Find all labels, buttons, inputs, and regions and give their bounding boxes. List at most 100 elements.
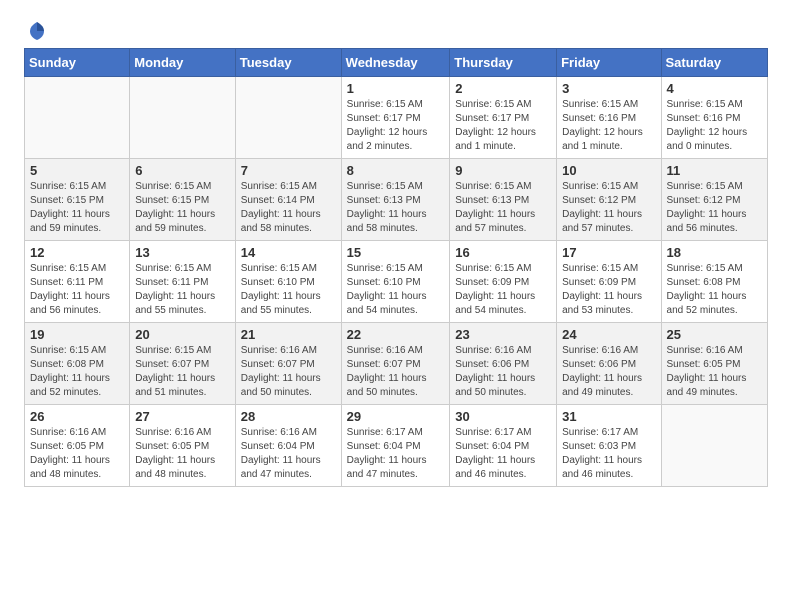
day-cell: 12 Sunrise: 6:15 AM Sunset: 6:11 PM Dayli… (25, 241, 130, 323)
day-info: Sunrise: 6:15 AM Sunset: 6:15 PM Dayligh… (30, 181, 110, 234)
day-number: 27 (135, 409, 230, 424)
day-number: 17 (562, 245, 655, 260)
day-info: Sunrise: 6:15 AM Sunset: 6:11 PM Dayligh… (30, 263, 110, 316)
day-info: Sunrise: 6:17 AM Sunset: 6:03 PM Dayligh… (562, 427, 642, 480)
day-number: 20 (135, 327, 230, 342)
day-info: Sunrise: 6:15 AM Sunset: 6:13 PM Dayligh… (455, 181, 535, 234)
day-info: Sunrise: 6:15 AM Sunset: 6:12 PM Dayligh… (667, 181, 747, 234)
weekday-header-row: SundayMondayTuesdayWednesdayThursdayFrid… (25, 49, 768, 77)
day-info: Sunrise: 6:15 AM Sunset: 6:11 PM Dayligh… (135, 263, 215, 316)
day-cell: 24 Sunrise: 6:16 AM Sunset: 6:06 PM Dayli… (557, 323, 661, 405)
day-info: Sunrise: 6:15 AM Sunset: 6:17 PM Dayligh… (455, 99, 536, 152)
logo (24, 20, 48, 40)
weekday-header-tuesday: Tuesday (235, 49, 341, 77)
day-number: 3 (562, 81, 655, 96)
day-info: Sunrise: 6:16 AM Sunset: 6:05 PM Dayligh… (30, 427, 110, 480)
day-cell: 15 Sunrise: 6:15 AM Sunset: 6:10 PM Dayli… (341, 241, 450, 323)
day-cell: 20Sunrise: 6:15 AM Sunset: 6:07 PM Dayli… (130, 323, 236, 405)
day-number: 2 (455, 81, 551, 96)
day-number: 5 (30, 163, 124, 178)
day-number: 30 (455, 409, 551, 424)
day-cell: 16Sunrise: 6:15 AM Sunset: 6:09 PM Dayli… (450, 241, 557, 323)
day-number: 24 (562, 327, 655, 342)
day-number: 31 (562, 409, 655, 424)
weekday-header-monday: Monday (130, 49, 236, 77)
week-row-3: 12 Sunrise: 6:15 AM Sunset: 6:11 PM Dayli… (25, 241, 768, 323)
day-cell: 3 Sunrise: 6:15 AM Sunset: 6:16 PM Daylig… (557, 77, 661, 159)
day-info: Sunrise: 6:15 AM Sunset: 6:10 PM Dayligh… (241, 263, 321, 316)
day-info: Sunrise: 6:17 AM Sunset: 6:04 PM Dayligh… (347, 427, 427, 480)
day-cell: 5 Sunrise: 6:15 AM Sunset: 6:15 PM Daylig… (25, 159, 130, 241)
day-cell: 8 Sunrise: 6:15 AM Sunset: 6:13 PM Daylig… (341, 159, 450, 241)
day-cell: 13 Sunrise: 6:15 AM Sunset: 6:11 PM Dayli… (130, 241, 236, 323)
weekday-header-wednesday: Wednesday (341, 49, 450, 77)
page: SundayMondayTuesdayWednesdayThursdayFrid… (0, 0, 792, 507)
day-cell (25, 77, 130, 159)
logo-icon (26, 20, 48, 42)
day-info: Sunrise: 6:16 AM Sunset: 6:06 PM Dayligh… (455, 345, 535, 398)
day-cell: 28 Sunrise: 6:16 AM Sunset: 6:04 PM Dayli… (235, 405, 341, 487)
day-cell: 10 Sunrise: 6:15 AM Sunset: 6:12 PM Dayli… (557, 159, 661, 241)
week-row-4: 19Sunrise: 6:15 AM Sunset: 6:08 PM Dayli… (25, 323, 768, 405)
week-row-5: 26 Sunrise: 6:16 AM Sunset: 6:05 PM Dayli… (25, 405, 768, 487)
day-number: 8 (347, 163, 445, 178)
day-cell: 30 Sunrise: 6:17 AM Sunset: 6:04 PM Dayli… (450, 405, 557, 487)
day-cell: 11 Sunrise: 6:15 AM Sunset: 6:12 PM Dayli… (661, 159, 767, 241)
day-cell: 31 Sunrise: 6:17 AM Sunset: 6:03 PM Dayli… (557, 405, 661, 487)
day-number: 11 (667, 163, 762, 178)
day-cell: 26 Sunrise: 6:16 AM Sunset: 6:05 PM Dayli… (25, 405, 130, 487)
day-info: Sunrise: 6:16 AM Sunset: 6:04 PM Dayligh… (241, 427, 321, 480)
day-cell: 19Sunrise: 6:15 AM Sunset: 6:08 PM Dayli… (25, 323, 130, 405)
weekday-header-saturday: Saturday (661, 49, 767, 77)
day-number: 16 (455, 245, 551, 260)
weekday-header-friday: Friday (557, 49, 661, 77)
day-number: 18 (667, 245, 762, 260)
header (24, 20, 768, 40)
day-cell (661, 405, 767, 487)
day-info: Sunrise: 6:15 AM Sunset: 6:10 PM Dayligh… (347, 263, 427, 316)
day-info: Sunrise: 6:16 AM Sunset: 6:06 PM Dayligh… (562, 345, 642, 398)
day-cell: 29 Sunrise: 6:17 AM Sunset: 6:04 PM Dayli… (341, 405, 450, 487)
day-info: Sunrise: 6:15 AM Sunset: 6:17 PM Dayligh… (347, 99, 428, 152)
day-number: 1 (347, 81, 445, 96)
day-number: 6 (135, 163, 230, 178)
day-number: 12 (30, 245, 124, 260)
weekday-header-sunday: Sunday (25, 49, 130, 77)
day-info: Sunrise: 6:16 AM Sunset: 6:05 PM Dayligh… (667, 345, 747, 398)
day-cell: 6Sunrise: 6:15 AM Sunset: 6:15 PM Daylig… (130, 159, 236, 241)
day-cell: 14 Sunrise: 6:15 AM Sunset: 6:10 PM Dayli… (235, 241, 341, 323)
day-number: 13 (135, 245, 230, 260)
day-cell: 22Sunrise: 6:16 AM Sunset: 6:07 PM Dayli… (341, 323, 450, 405)
day-info: Sunrise: 6:15 AM Sunset: 6:16 PM Dayligh… (667, 99, 748, 152)
day-cell: 7 Sunrise: 6:15 AM Sunset: 6:14 PM Daylig… (235, 159, 341, 241)
week-row-2: 5 Sunrise: 6:15 AM Sunset: 6:15 PM Daylig… (25, 159, 768, 241)
day-number: 19 (30, 327, 124, 342)
day-number: 9 (455, 163, 551, 178)
day-cell (235, 77, 341, 159)
day-number: 10 (562, 163, 655, 178)
day-cell: 27 Sunrise: 6:16 AM Sunset: 6:05 PM Dayli… (130, 405, 236, 487)
weekday-header-thursday: Thursday (450, 49, 557, 77)
day-info: Sunrise: 6:17 AM Sunset: 6:04 PM Dayligh… (455, 427, 535, 480)
day-info: Sunrise: 6:16 AM Sunset: 6:05 PM Dayligh… (135, 427, 215, 480)
week-row-1: 1 Sunrise: 6:15 AM Sunset: 6:17 PM Daylig… (25, 77, 768, 159)
day-cell (130, 77, 236, 159)
day-info: Sunrise: 6:15 AM Sunset: 6:16 PM Dayligh… (562, 99, 643, 152)
day-number: 26 (30, 409, 124, 424)
day-number: 14 (241, 245, 336, 260)
day-info: Sunrise: 6:15 AM Sunset: 6:13 PM Dayligh… (347, 181, 427, 234)
day-number: 22 (347, 327, 445, 342)
day-cell: 25 Sunrise: 6:16 AM Sunset: 6:05 PM Dayli… (661, 323, 767, 405)
day-number: 25 (667, 327, 762, 342)
day-info: Sunrise: 6:15 AM Sunset: 6:08 PM Dayligh… (667, 263, 747, 316)
day-number: 4 (667, 81, 762, 96)
day-number: 7 (241, 163, 336, 178)
day-cell: 4 Sunrise: 6:15 AM Sunset: 6:16 PM Daylig… (661, 77, 767, 159)
day-number: 29 (347, 409, 445, 424)
day-number: 28 (241, 409, 336, 424)
day-cell: 17Sunrise: 6:15 AM Sunset: 6:09 PM Dayli… (557, 241, 661, 323)
day-number: 15 (347, 245, 445, 260)
day-info: Sunrise: 6:15 AM Sunset: 6:14 PM Dayligh… (241, 181, 321, 234)
day-cell: 18 Sunrise: 6:15 AM Sunset: 6:08 PM Dayli… (661, 241, 767, 323)
day-info: Sunrise: 6:15 AM Sunset: 6:12 PM Dayligh… (562, 181, 642, 234)
